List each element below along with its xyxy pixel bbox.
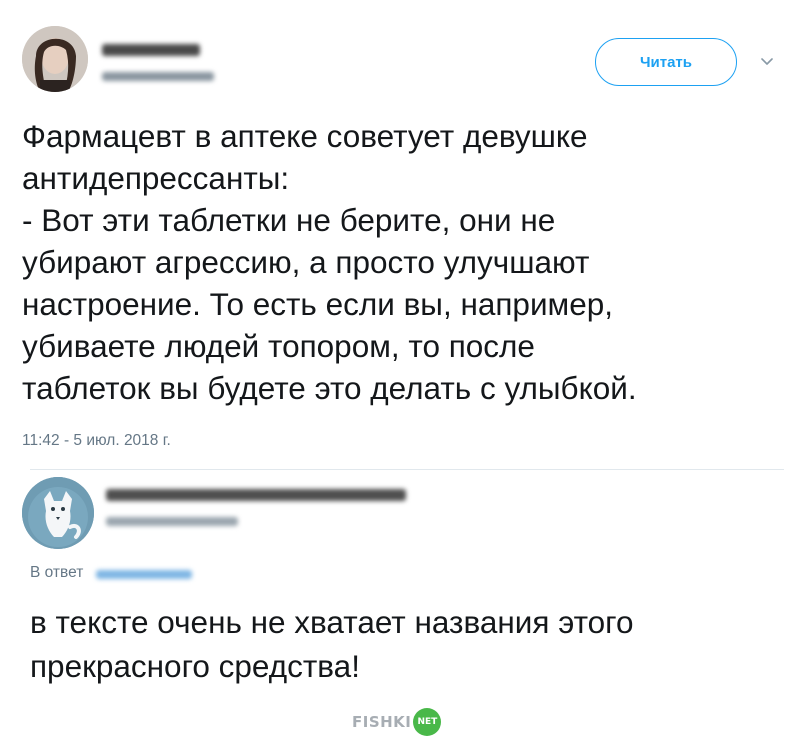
tweet-timestamp[interactable]: 11:42 - 5 июл. 2018 г. <box>22 432 171 450</box>
follow-button[interactable]: Читать <box>595 38 737 86</box>
author-handle-redacted <box>102 72 214 81</box>
tweet-text-line: антидепрессанты: <box>22 160 290 196</box>
reply-to-text: В ответ <box>30 564 84 581</box>
reply-avatar-illustration <box>22 477 94 549</box>
tweet-text-line: таблеток вы будете это делать с улыбкой. <box>22 370 637 406</box>
tweet-text-line: Фармацевт в аптеке советует девушке <box>22 118 588 154</box>
chevron-down-icon[interactable] <box>757 52 777 72</box>
tweet-text-line: - Вот эти таблетки не берите, они не <box>22 202 556 238</box>
tweet-text-line: убирают агрессию, а просто улучшают <box>22 244 590 280</box>
watermark-text: FISHKI <box>352 713 412 731</box>
tweet-text-line: настроение. То есть если вы, например, <box>22 286 613 322</box>
watermark: FISHKI NET <box>352 706 442 738</box>
author-avatar-photo <box>22 26 88 92</box>
tweet-text-line: убиваете людей топором, то после <box>22 328 535 364</box>
reply-author-avatar[interactable] <box>22 477 94 549</box>
watermark-badge: NET <box>413 708 442 736</box>
reply-text-line: в тексте очень не хватает названия этого <box>30 604 634 640</box>
reply-author-handle-redacted <box>106 517 238 526</box>
reply-author-name-redacted <box>106 489 406 501</box>
author-name-redacted <box>102 44 200 56</box>
reply-text-line: прекрасного средства! <box>30 648 360 684</box>
reply-to-label: В ответ <box>30 564 83 582</box>
divider <box>30 469 784 470</box>
reply-to-handle-redacted[interactable] <box>96 570 192 579</box>
author-avatar[interactable] <box>22 26 88 92</box>
